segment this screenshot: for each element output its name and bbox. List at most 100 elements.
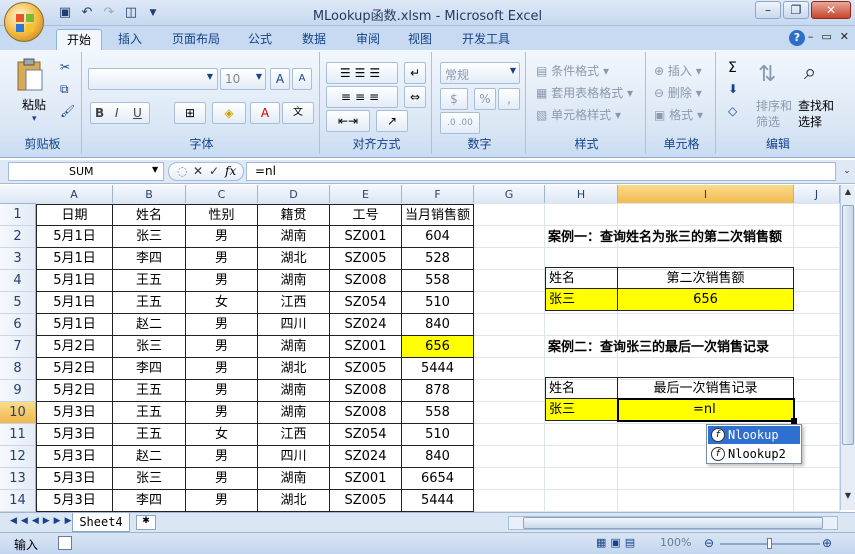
grow-font-button[interactable]: A xyxy=(270,68,290,90)
table-cell[interactable]: SZ001 xyxy=(330,468,402,490)
paste-icon[interactable] xyxy=(16,58,44,92)
format-painter-icon[interactable]: 🖌 xyxy=(60,104,75,118)
sheet-nav-icons[interactable]: ◀◀◀▶▶▶ xyxy=(10,516,76,526)
table-cell[interactable]: 5月1日 xyxy=(36,314,113,336)
table-cell[interactable]: SZ008 xyxy=(330,380,402,402)
row-header-4[interactable]: 4 xyxy=(0,270,36,292)
table-cell[interactable]: 5月1日 xyxy=(36,270,113,292)
table-cell[interactable]: 5月1日 xyxy=(36,292,113,314)
name-box-dropdown-icon[interactable]: ▼ xyxy=(152,165,158,174)
vertical-scrollbar[interactable]: ▲ ▼ xyxy=(840,185,855,510)
percent-button[interactable]: % xyxy=(474,88,496,110)
enter-icon[interactable]: ✓ xyxy=(209,164,219,178)
borders-button[interactable]: ⊞ xyxy=(174,102,206,124)
currency-button[interactable]: $ xyxy=(440,88,468,110)
cell-styles-button[interactable]: ▧ 单元格样式 ▾ xyxy=(536,106,621,123)
row-header-7[interactable]: 7 xyxy=(0,336,36,358)
table-cell[interactable]: 5月2日 xyxy=(36,380,113,402)
customize-qat-icon[interactable]: ▼ xyxy=(144,4,162,22)
table-cell[interactable]: 6654 xyxy=(402,468,474,490)
row-header-5[interactable]: 5 xyxy=(0,292,36,314)
table-cell[interactable]: 湖南 xyxy=(258,336,330,358)
wb-restore-icon[interactable]: ▭ xyxy=(821,30,831,43)
orientation-button[interactable]: ↗ xyxy=(376,110,408,132)
scroll-down-icon[interactable]: ▼ xyxy=(842,491,854,505)
column-header-j[interactable]: J xyxy=(794,185,840,204)
formula-input[interactable]: =nl xyxy=(246,162,836,181)
table-cell[interactable]: SZ008 xyxy=(330,270,402,292)
table-cell[interactable]: 840 xyxy=(402,314,474,336)
column-header-h[interactable]: H xyxy=(545,185,618,204)
table-cell[interactable]: 江西 xyxy=(258,292,330,314)
table-cell[interactable]: 528 xyxy=(402,248,474,270)
number-format-select[interactable]: 常规 ▼ xyxy=(440,62,520,84)
case2-header-value[interactable]: 最后一次销售记录 xyxy=(618,377,794,399)
table-cell[interactable]: SZ001 xyxy=(330,336,402,358)
sort-filter-icon[interactable]: ⇅ xyxy=(758,62,776,87)
scroll-up-icon[interactable]: ▲ xyxy=(842,187,854,201)
table-cell[interactable]: 湖北 xyxy=(258,358,330,380)
table-cell[interactable]: 510 xyxy=(402,424,474,446)
undo-icon[interactable]: ↶ xyxy=(78,4,96,22)
table-cell[interactable]: 840 xyxy=(402,446,474,468)
row-header-6[interactable]: 6 xyxy=(0,314,36,336)
row-header-13[interactable]: 13 xyxy=(0,468,36,490)
table-cell[interactable]: 5月3日 xyxy=(36,490,113,512)
row-header-10[interactable]: 10 xyxy=(0,402,36,424)
table-cell[interactable]: SZ024 xyxy=(330,446,402,468)
tab-home[interactable]: 开始 xyxy=(56,29,103,50)
find-select-button[interactable]: 查找和 选择 xyxy=(798,98,834,130)
vertical-align-buttons[interactable]: ☰☰☰ xyxy=(326,62,398,84)
tab-page-layout[interactable]: 页面布局 xyxy=(162,29,230,50)
cut-icon[interactable]: ✂ xyxy=(60,60,70,74)
table-cell[interactable]: 四川 xyxy=(258,314,330,336)
case1-header-name[interactable]: 姓名 xyxy=(545,267,618,289)
autocomplete-item[interactable]: f Nlookup xyxy=(708,426,800,444)
table-cell[interactable]: 张三 xyxy=(113,226,186,248)
zoom-in-icon[interactable]: ⊕ xyxy=(822,536,832,550)
table-cell[interactable]: 女 xyxy=(186,424,258,446)
table-cell[interactable]: 湖南 xyxy=(258,402,330,424)
table-cell[interactable]: 张三 xyxy=(113,468,186,490)
case2-name-cell[interactable]: 张三 xyxy=(545,399,618,421)
case1-header-value[interactable]: 第二次销售额 xyxy=(618,267,794,289)
table-cell[interactable]: 男 xyxy=(186,446,258,468)
zoom-out-icon[interactable]: ⊖ xyxy=(704,536,714,550)
table-cell[interactable]: SZ024 xyxy=(330,314,402,336)
case2-header-name[interactable]: 姓名 xyxy=(545,377,618,399)
row-header-8[interactable]: 8 xyxy=(0,358,36,380)
table-cell[interactable]: 湖南 xyxy=(258,380,330,402)
table-cell[interactable]: 5月2日 xyxy=(36,358,113,380)
wb-minimize-icon[interactable]: – xyxy=(808,30,814,43)
table-cell[interactable]: 5月3日 xyxy=(36,468,113,490)
column-header-d[interactable]: D xyxy=(258,185,330,204)
scroll-thumb[interactable] xyxy=(842,205,854,445)
table-cell[interactable]: 湖南 xyxy=(258,270,330,292)
zoom-slider-thumb[interactable] xyxy=(767,538,772,549)
table-cell[interactable]: 李四 xyxy=(113,490,186,512)
tab-developer[interactable]: 开发工具 xyxy=(452,29,520,50)
insert-sheet-icon[interactable]: ✱ xyxy=(136,515,156,530)
bold-button[interactable]: B xyxy=(95,106,104,120)
table-cell[interactable]: 男 xyxy=(186,468,258,490)
font-size-select[interactable]: 10 ▼ xyxy=(220,68,266,90)
table-cell[interactable]: 男 xyxy=(186,270,258,292)
copy-icon[interactable]: ⧉ xyxy=(60,82,69,97)
table-cell[interactable]: SZ005 xyxy=(330,490,402,512)
table-cell[interactable]: 604 xyxy=(402,226,474,248)
case1-name-cell[interactable]: 张三 xyxy=(545,289,618,311)
decimal-buttons[interactable]: .0 .00 xyxy=(440,112,480,134)
sheet-tab-sheet4[interactable]: Sheet4 xyxy=(72,513,130,532)
table-header-cell[interactable]: 当月销售额 xyxy=(402,204,474,226)
shrink-font-button[interactable]: A xyxy=(292,68,312,90)
close-button[interactable]: ✕ xyxy=(811,1,851,19)
table-header-cell[interactable]: 工号 xyxy=(330,204,402,226)
office-button[interactable] xyxy=(4,2,44,42)
table-cell[interactable]: 女 xyxy=(186,292,258,314)
tab-formulas[interactable]: 公式 xyxy=(238,29,282,50)
column-header-b[interactable]: B xyxy=(113,185,186,204)
save-icon[interactable]: ▣ xyxy=(56,4,74,22)
table-cell[interactable]: 王五 xyxy=(113,270,186,292)
h-scroll-thumb[interactable] xyxy=(523,517,823,529)
table-cell[interactable]: 赵二 xyxy=(113,446,186,468)
